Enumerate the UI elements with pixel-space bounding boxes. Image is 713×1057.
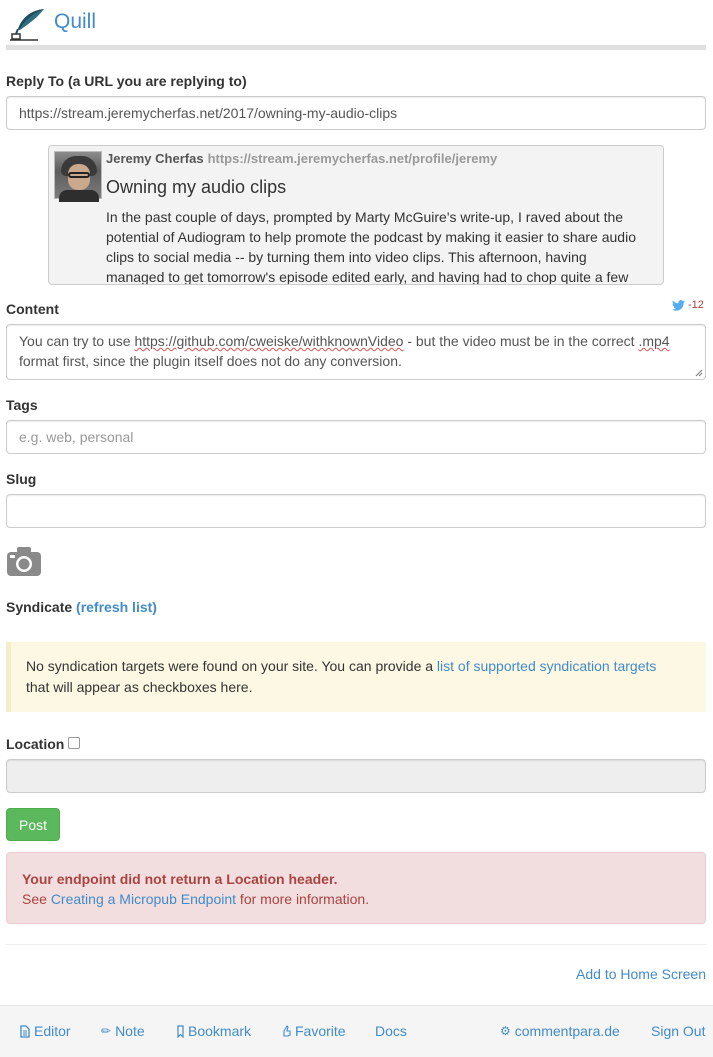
nav-signout-label: Sign Out	[651, 1023, 706, 1039]
footer-nav: Editor ✏ Note Bookmark Favorite Docs ⚙ c…	[0, 1005, 713, 1057]
nav-site-label: commentpara.de	[514, 1023, 620, 1039]
thumbs-up-icon	[283, 1025, 291, 1037]
location-input	[6, 759, 706, 793]
gear-icon: ⚙	[500, 1024, 511, 1038]
syndicate-heading: Syndicate (refresh list)	[6, 599, 157, 615]
nav-editor[interactable]: Editor	[20, 1023, 71, 1039]
context-body: In the past couple of days, prompted by …	[106, 209, 636, 285]
nav-note-label: Note	[115, 1023, 145, 1039]
tags-input[interactable]: e.g. web, personal	[6, 420, 706, 454]
char-count-value: -12	[688, 299, 704, 311]
content-text-part: format first, since the plugin itself do…	[19, 353, 402, 369]
error-detail-text: See	[22, 891, 51, 907]
nav-favorite-label: Favorite	[295, 1023, 346, 1039]
nav-editor-label: Editor	[34, 1023, 71, 1039]
content-text-part: - but the video must be in the correct	[403, 333, 639, 349]
content-textarea[interactable]: You can try to use https://github.com/cw…	[6, 324, 706, 380]
error-alert: Your endpoint did not return a Location …	[6, 852, 706, 924]
slug-input[interactable]	[6, 494, 706, 528]
location-checkbox[interactable]	[68, 737, 80, 749]
nav-docs-label: Docs	[375, 1023, 407, 1039]
micropub-docs-link[interactable]: Creating a Micropub Endpoint	[51, 891, 236, 907]
nav-bookmark[interactable]: Bookmark	[177, 1023, 251, 1039]
tags-placeholder: e.g. web, personal	[19, 429, 134, 445]
syndication-notice-text: No syndication targets were found on you…	[26, 658, 437, 674]
quill-logo-icon[interactable]	[8, 7, 46, 41]
reply-url-value: https://stream.jeremycherfas.net/2017/ow…	[19, 105, 398, 121]
author-avatar	[54, 151, 102, 202]
camera-icon[interactable]	[6, 545, 42, 577]
context-author-name: Jeremy Cherfas	[106, 151, 204, 166]
context-title: Owning my audio clips	[106, 177, 287, 197]
error-heading: Your endpoint did not return a Location …	[22, 871, 338, 887]
context-author: Jeremy Cherfas https://stream.jeremycherf…	[106, 151, 497, 166]
bookmark-icon	[177, 1024, 184, 1038]
content-format-word: .mp4	[638, 333, 670, 349]
syndicate-label: Syndicate	[6, 599, 73, 615]
post-button[interactable]: Post	[6, 808, 60, 841]
footer-divider	[6, 944, 706, 945]
nav-favorite[interactable]: Favorite	[282, 1023, 346, 1039]
content-label: Content	[6, 301, 59, 317]
add-to-home-screen-link[interactable]: Add to Home Screen	[576, 966, 706, 982]
header-divider	[6, 45, 706, 50]
brand-title[interactable]: Quill	[54, 10, 96, 34]
reply-url-input[interactable]: https://stream.jeremycherfas.net/2017/ow…	[6, 96, 706, 130]
syndication-notice: No syndication targets were found on you…	[6, 642, 706, 712]
resize-handle-icon[interactable]	[695, 369, 703, 377]
twitter-icon	[672, 299, 685, 311]
content-link-text: https://github.com/cweiske/withknownVide…	[134, 333, 404, 349]
reply-context-card: Jeremy Cherfas https://stream.jeremycherf…	[48, 145, 664, 285]
file-icon	[20, 1024, 30, 1038]
reply-to-label: Reply To (a URL you are replying to)	[6, 73, 247, 89]
syndication-notice-text: that will appear as checkboxes here.	[26, 679, 253, 695]
error-detail: See Creating a Micropub Endpoint for mor…	[22, 889, 690, 909]
context-author-url: https://stream.jeremycherfas.net/profile…	[207, 151, 498, 166]
nav-signout[interactable]: Sign Out	[651, 1023, 705, 1039]
tweet-char-counter: -12	[672, 299, 704, 311]
refresh-list-link[interactable]: (refresh list)	[76, 599, 157, 615]
location-label: Location	[6, 736, 65, 752]
nav-docs[interactable]: Docs	[375, 1023, 407, 1039]
content-text-part: You can try to use	[19, 333, 135, 349]
nav-bookmark-label: Bookmark	[188, 1023, 252, 1039]
tags-label: Tags	[6, 397, 38, 413]
slug-label: Slug	[6, 471, 37, 487]
nav-site[interactable]: ⚙ commentpara.de	[500, 1023, 620, 1039]
nav-note[interactable]: ✏ Note	[101, 1023, 145, 1039]
syndication-targets-link[interactable]: list of supported syndication targets	[437, 658, 656, 674]
error-detail-text: for more information.	[236, 891, 370, 907]
pencil-icon: ✏	[101, 1024, 112, 1038]
app-header: Quill	[0, 0, 713, 41]
